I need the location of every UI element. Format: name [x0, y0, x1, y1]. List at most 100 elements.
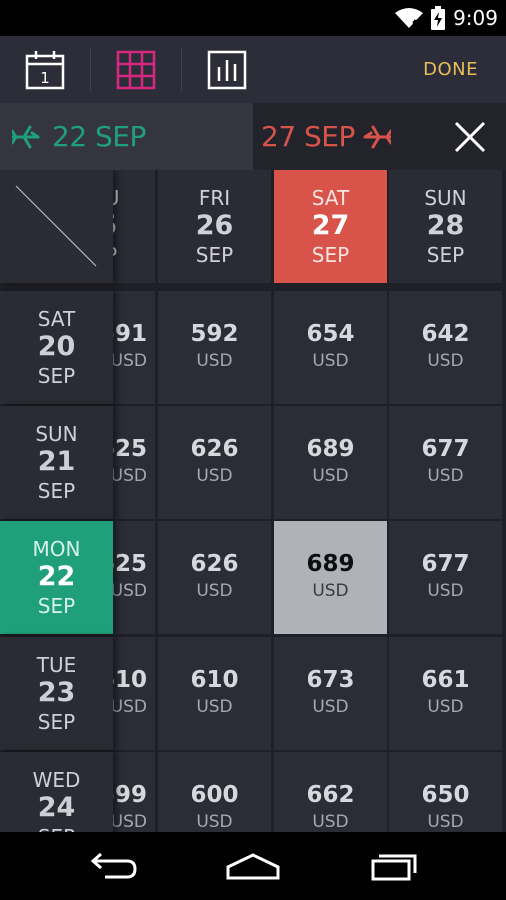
- column-day: 28: [426, 210, 465, 241]
- column-month: SEP: [195, 243, 234, 267]
- row-weekday: MON: [32, 537, 81, 561]
- outbound-date-tab[interactable]: 22 SEP: [0, 103, 253, 170]
- battery-charging-icon: [431, 6, 446, 30]
- row-header-wed-24[interactable]: WED24SEP: [0, 752, 113, 832]
- price-currency: USD: [312, 581, 349, 601]
- column-header-sat-27[interactable]: SAT 27 SEP: [274, 170, 387, 283]
- price-value: 642: [421, 321, 470, 347]
- row-day: 22: [37, 561, 76, 592]
- recents-icon: [371, 854, 417, 881]
- row-day: 20: [37, 331, 76, 362]
- inbound-date: 27 SEP: [261, 120, 355, 153]
- status-icons: 9:09: [395, 4, 498, 32]
- price-value: 592: [190, 321, 239, 347]
- row-header-mon-22[interactable]: MON 22 SEP: [0, 521, 113, 634]
- column-month: SEP: [426, 243, 465, 267]
- bar-chart-icon: [207, 50, 247, 89]
- price-value: 677: [421, 436, 470, 462]
- home-icon: [226, 853, 280, 880]
- price-cell[interactable]: 592 USD: [158, 291, 271, 404]
- column-day: 26: [195, 210, 234, 241]
- outbound-date: 22 SEP: [52, 120, 146, 153]
- price-cell[interactable]: 600 USD: [158, 752, 271, 832]
- price-cell[interactable]: 677 USD: [389, 521, 502, 634]
- navigation-bar: [0, 832, 506, 900]
- row-header-sat-20[interactable]: SAT 20 SEP: [0, 291, 113, 404]
- price-cell[interactable]: 673 USD: [274, 637, 387, 750]
- price-cell[interactable]: 689 USD: [274, 406, 387, 519]
- price-cell[interactable]: 662 USD: [274, 752, 387, 832]
- plane-departure-icon: [12, 125, 40, 148]
- price-cell[interactable]: 626 USD: [158, 406, 271, 519]
- row-month: SEP: [37, 710, 76, 734]
- row-weekday: WED: [32, 768, 81, 792]
- column-header-sun-28[interactable]: SUN 28 SEP: [389, 170, 502, 283]
- price-cell[interactable]: 650 USD: [389, 752, 502, 832]
- done-button[interactable]: DONE: [423, 36, 478, 103]
- price-value: 650: [421, 782, 470, 808]
- price-cell[interactable]: 661 USD: [389, 637, 502, 750]
- price-cell[interactable]: 626 USD: [158, 521, 271, 634]
- price-value: 689: [306, 551, 355, 577]
- row-weekday: SAT: [37, 307, 76, 331]
- column-day: 27: [311, 210, 350, 241]
- row-day: 21: [37, 446, 76, 477]
- calendar-view-button[interactable]: 1: [0, 36, 90, 103]
- row-day: 23: [37, 677, 76, 708]
- price-currency: USD: [196, 581, 233, 601]
- column-weekday: SAT: [311, 186, 350, 210]
- price-currency: USD: [312, 466, 349, 486]
- price-value: 661: [421, 667, 470, 693]
- price-currency: USD: [427, 351, 464, 371]
- price-currency: USD: [196, 466, 233, 486]
- back-button[interactable]: [62, 832, 162, 900]
- price-value: 689: [306, 436, 355, 462]
- plane-return-icon: [363, 125, 391, 148]
- recents-button[interactable]: [344, 832, 444, 900]
- price-cell[interactable]: 642 USD: [389, 291, 502, 404]
- price-currency: USD: [196, 697, 233, 717]
- calendar-day-number: 1: [40, 69, 50, 87]
- price-value: 600: [190, 782, 239, 808]
- row-month: SEP: [37, 594, 76, 618]
- row-month: SEP: [0, 824, 113, 832]
- price-cell[interactable]: 677 USD: [389, 406, 502, 519]
- status-time: 9:09: [453, 6, 498, 30]
- chart-view-button[interactable]: [182, 36, 272, 103]
- route-bar: 22 SEP 27 SEP: [0, 103, 506, 170]
- price-currency: USD: [312, 812, 349, 832]
- price-currency: USD: [196, 812, 233, 832]
- wifi-icon: [395, 8, 424, 28]
- grid-corner: [0, 170, 113, 283]
- diagonal-divider: [15, 185, 97, 267]
- price-grid: THU25SEPFRI26SEPSAT27SEPSUN28SEPSAT20SEP…: [0, 170, 506, 832]
- price-currency: USD: [427, 581, 464, 601]
- price-currency: USD: [312, 351, 349, 371]
- row-header-tue-23[interactable]: TUE 23 SEP: [0, 637, 113, 750]
- price-currency: USD: [427, 697, 464, 717]
- price-value: 662: [306, 782, 355, 808]
- price-currency: USD: [427, 466, 464, 486]
- status-bar: 9:09: [0, 0, 506, 36]
- inbound-date-tab[interactable]: 27 SEP: [253, 103, 433, 170]
- price-currency: USD: [312, 697, 349, 717]
- row-month: SEP: [37, 364, 76, 388]
- close-icon[interactable]: [450, 117, 490, 157]
- column-header-fri-26[interactable]: FRI 26 SEP: [158, 170, 271, 283]
- back-icon: [90, 852, 137, 879]
- row-header-sun-21[interactable]: SUN 21 SEP: [0, 406, 113, 519]
- calendar-icon: 1: [25, 50, 65, 89]
- price-value: 654: [306, 321, 355, 347]
- price-value: 673: [306, 667, 355, 693]
- row-day: 24: [37, 792, 76, 823]
- price-cell[interactable]: 654 USD: [274, 291, 387, 404]
- grid-view-button[interactable]: [91, 36, 181, 103]
- row-weekday: TUE: [36, 653, 77, 677]
- column-weekday: SUN: [424, 186, 467, 210]
- price-cell[interactable]: 689 USD: [274, 521, 387, 634]
- price-currency: USD: [427, 812, 464, 832]
- price-cell[interactable]: 610 USD: [158, 637, 271, 750]
- price-value: 626: [190, 551, 239, 577]
- home-button[interactable]: [203, 832, 303, 900]
- toolbar: 1 DONE: [0, 36, 506, 103]
